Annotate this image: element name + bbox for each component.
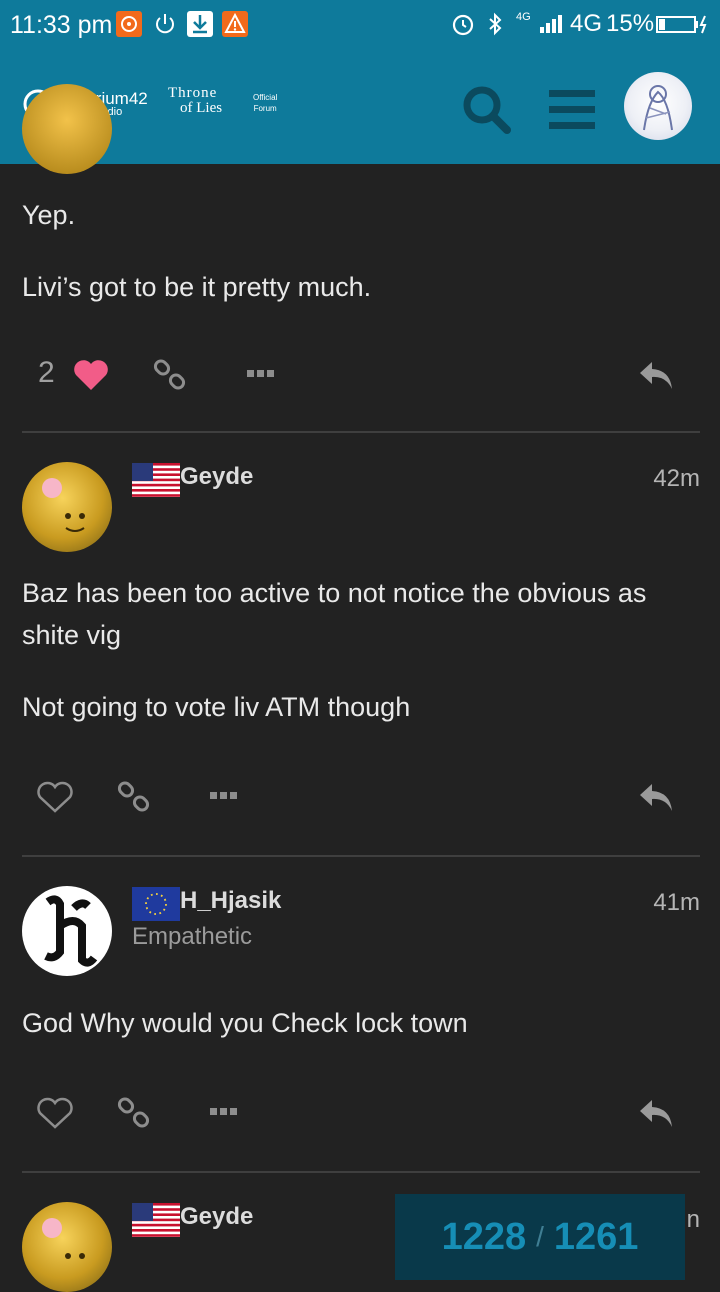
user-avatar[interactable] xyxy=(624,72,692,140)
reply-icon[interactable] xyxy=(636,358,676,392)
battery-icon xyxy=(655,11,711,37)
link-icon[interactable] xyxy=(116,1095,152,1131)
signal-icon xyxy=(538,11,568,37)
search-button[interactable] xyxy=(459,82,515,138)
post-divider xyxy=(22,1171,700,1173)
post-paragraph: Not going to vote liv ATM though xyxy=(22,692,411,722)
avatar[interactable] xyxy=(22,462,112,552)
link-icon[interactable] xyxy=(152,357,188,393)
heart-filled-icon[interactable] xyxy=(72,358,110,392)
official-forum-tag: Official Forum xyxy=(253,92,277,114)
avatar[interactable] xyxy=(22,1202,112,1292)
topic-progress-indicator[interactable]: 1228 / 1261 xyxy=(395,1194,685,1280)
search-icon xyxy=(463,86,511,134)
username[interactable]: Geyde xyxy=(180,463,253,491)
forum-tag-line1: Official xyxy=(253,93,278,102)
forum-logo-line2: of Lies xyxy=(180,100,223,116)
post-timestamp-partial[interactable]: n xyxy=(687,1206,700,1234)
reply-icon[interactable] xyxy=(636,1096,676,1130)
more-options-icon[interactable] xyxy=(246,369,276,379)
more-options-icon[interactable] xyxy=(209,791,239,801)
link-icon[interactable] xyxy=(116,779,152,815)
us-flag-icon xyxy=(132,1203,180,1237)
network-type: 4G xyxy=(570,10,603,37)
menu-button[interactable] xyxy=(544,82,600,138)
avatar[interactable] xyxy=(22,84,112,174)
username[interactable]: Geyde xyxy=(180,1203,253,1231)
status-time: 11:33 pm xyxy=(10,11,113,39)
more-options-icon[interactable] xyxy=(209,1107,239,1117)
post-paragraph: Yep. xyxy=(22,200,76,230)
hamburger-menu-icon xyxy=(549,90,595,129)
post-divider xyxy=(22,855,700,857)
progress-current: 1228 xyxy=(441,1215,527,1258)
network-type-small: 4G xyxy=(516,11,531,23)
heart-outline-icon[interactable] xyxy=(36,1096,74,1130)
post-paragraph: Livi’s got to be it pretty much. xyxy=(22,272,372,302)
battery-percent: 15% xyxy=(606,10,655,37)
sketch-avatar-image xyxy=(643,85,673,131)
post-timestamp[interactable]: 41m xyxy=(653,889,700,917)
avatar-face-icon xyxy=(42,478,85,532)
progress-total: 1261 xyxy=(553,1215,639,1258)
bluetooth-icon xyxy=(482,11,508,37)
post-timestamp[interactable]: 42m xyxy=(653,465,700,493)
post-paragraph: Baz has been too active to not notice th… xyxy=(22,578,647,650)
avatar[interactable] xyxy=(22,886,112,976)
post-paragraph: God Why would you Check lock town xyxy=(22,1008,468,1038)
eu-flag-icon xyxy=(132,887,180,921)
post-divider xyxy=(22,431,700,433)
us-flag-icon xyxy=(132,463,180,497)
forum-logo-line1: Throne xyxy=(168,85,218,101)
throne-of-lies-logo[interactable]: Throne of Lies xyxy=(168,86,222,116)
power-icon xyxy=(152,11,178,37)
user-title: Empathetic xyxy=(132,923,253,950)
status-bar: 11:33 pm 4G 4G 15% xyxy=(0,0,720,52)
gothic-letter-h-avatar-icon xyxy=(23,887,111,975)
heart-outline-icon[interactable] xyxy=(36,780,74,814)
progress-separator: / xyxy=(536,1221,544,1252)
avatar-face-icon xyxy=(42,1218,85,1259)
forum-tag-line2: Forum xyxy=(253,104,277,113)
reply-icon[interactable] xyxy=(636,780,676,814)
app-notification-icon xyxy=(116,11,142,37)
download-icon xyxy=(187,11,213,37)
alarm-icon xyxy=(450,11,476,37)
username[interactable]: H_Hjasik xyxy=(180,887,281,915)
warning-icon xyxy=(222,11,248,37)
like-count: 2 xyxy=(38,356,55,389)
